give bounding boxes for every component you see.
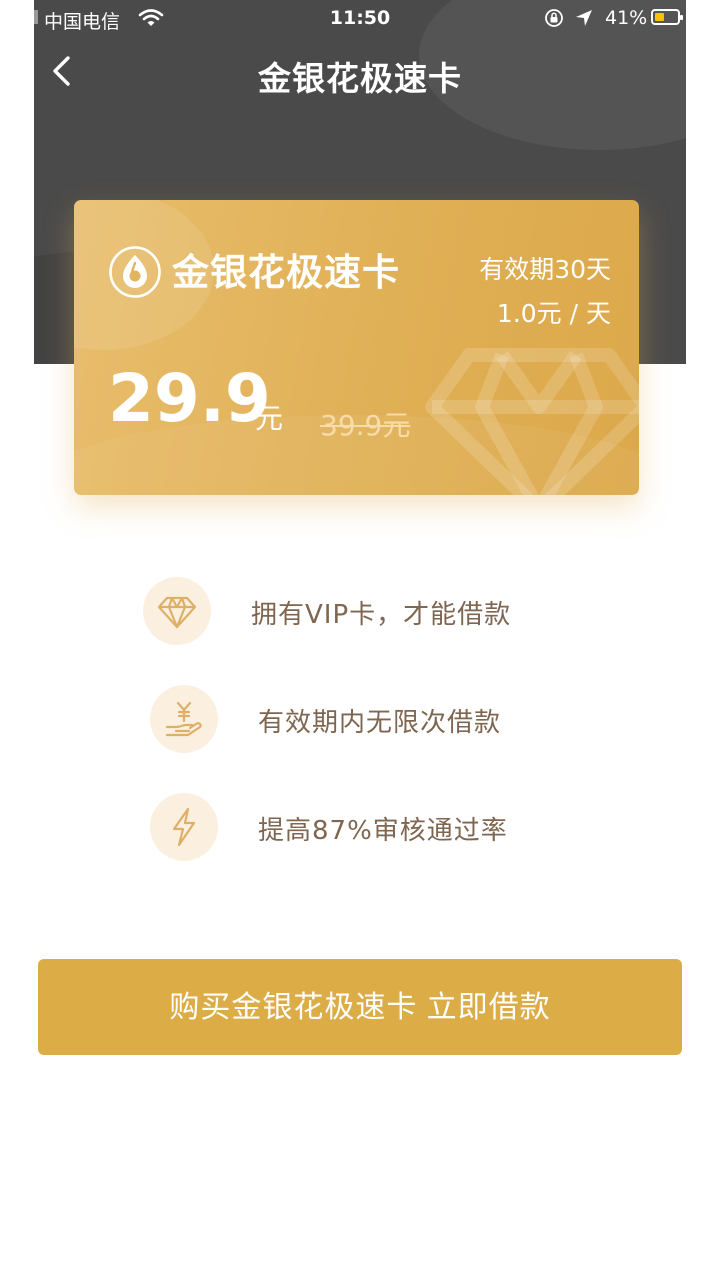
- feature-icon-circle: [150, 793, 218, 861]
- card-validity: 有效期30天: [479, 255, 611, 284]
- status-bar: 中国电信 11:50 41%: [34, 0, 686, 38]
- membership-card: 金银花极速卡 有效期30天 1.0元 / 天 29.9 元 39.9元: [74, 200, 639, 495]
- card-price-unit: 元: [255, 402, 284, 435]
- feature-label: 提高87%审核通过率: [258, 816, 508, 846]
- card-price: 29.9: [108, 360, 271, 437]
- card-name: 金银花极速卡: [172, 251, 400, 294]
- honeysuckle-logo-icon: [109, 246, 161, 298]
- diamond-icon: [157, 596, 197, 629]
- app-screen: 中国电信 11:50 41% 金银花极速卡 金银花极速卡 有效期30天 1.0元…: [34, 0, 686, 1280]
- feature-item-unlimited: 有效期内无限次借款: [34, 685, 686, 757]
- feature-icon-circle: [143, 577, 211, 645]
- nav-bar: 金银花极速卡: [34, 40, 686, 102]
- orientation-lock-icon: [545, 9, 563, 27]
- buy-card-button[interactable]: 购买金银花极速卡 立即借款: [38, 959, 682, 1055]
- feature-icon-circle: [150, 685, 218, 753]
- yuan-hand-icon: [165, 701, 202, 737]
- feature-item-approval: 提高87%审核通过率: [34, 793, 686, 865]
- diamond-watermark-icon: [425, 348, 639, 495]
- screen-right-edge: [686, 0, 720, 1280]
- battery-nub: [680, 15, 683, 20]
- card-original-price: 39.9元: [320, 409, 411, 442]
- screen-left-edge: [0, 0, 34, 1280]
- page-title: 金银花极速卡: [258, 59, 462, 98]
- feature-item-vip: 拥有VIP卡，才能借款: [34, 577, 686, 649]
- feature-label: 拥有VIP卡，才能借款: [251, 600, 512, 630]
- battery-icon: [651, 9, 683, 25]
- location-arrow-icon: [576, 10, 592, 26]
- card-daily-price: 1.0元 / 天: [496, 299, 611, 328]
- battery-percent: 41%: [605, 7, 648, 29]
- feature-label: 有效期内无限次借款: [258, 708, 502, 738]
- battery-level: [655, 13, 664, 21]
- lightning-icon: [172, 807, 196, 847]
